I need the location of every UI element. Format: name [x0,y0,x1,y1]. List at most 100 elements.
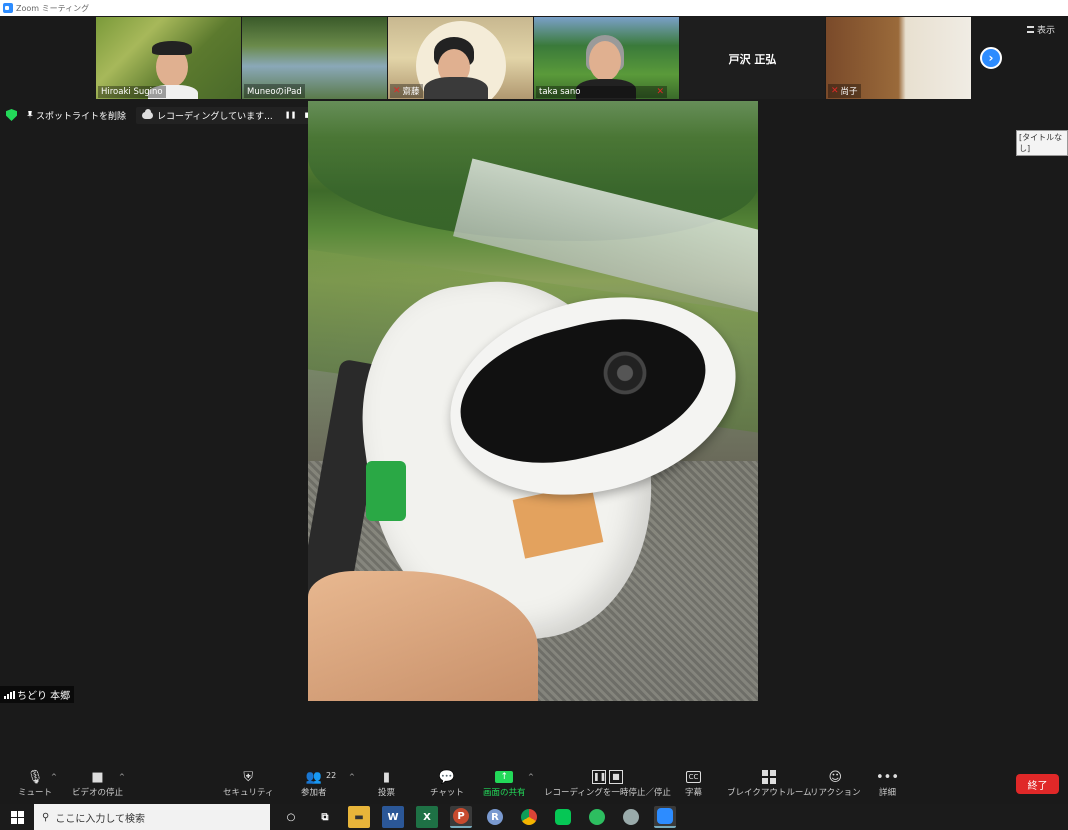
security-shield-icon: ⛨ [243,769,254,785]
reactions-label: リアクション [810,788,861,798]
chat-label: チャット [430,788,464,798]
participant-face [589,41,621,81]
file-explorer-icon[interactable]: ▬ [348,806,370,828]
participants-label: 参加者 [301,788,327,798]
recording-control-label: レコーディングを一時停止／停止 [544,788,671,798]
end-meeting-button[interactable]: 終了 [1016,774,1059,794]
breakout-rooms-button[interactable]: ブレイクアウトルーム [727,768,812,798]
signal-strength-icon [4,690,15,699]
zoom-taskbar-icon[interactable] [654,806,676,828]
powerpoint-glyph: P [453,808,469,824]
chat-button[interactable]: 💬 チャット [430,768,464,799]
encryption-shield-icon[interactable] [6,109,17,121]
word-icon[interactable]: W [382,806,404,828]
window-title: Zoom ミーティング [16,3,90,13]
bar-chart-icon: ▮ [382,769,391,785]
spotlight-participant-name: ちどり 本郷 [0,686,75,703]
share-screen-label: 画面の共有 [483,788,526,798]
evernote-icon[interactable] [586,806,608,828]
participant-tile-3[interactable]: ✕ 齋藤 [388,17,533,99]
mic-muted-icon: ✕ [831,86,839,96]
spotlight-video[interactable] [308,101,758,701]
captions-button[interactable]: CC 字幕 [685,768,702,798]
stop-video-button[interactable]: ■ ビデオの停止 [72,768,123,799]
line-icon[interactable] [552,806,574,828]
chevron-right-icon: › [988,51,994,65]
participant-name: taka sano ✕ [536,86,667,98]
line-glyph [555,809,571,825]
video-options-caret-icon[interactable]: ^ [119,773,125,781]
app-icon[interactable] [620,806,642,828]
remove-spotlight-button[interactable]: スポットライトを削除 [23,107,130,124]
next-page-button[interactable]: › [980,47,1002,69]
participant-tile-6[interactable]: ✕ 尚子 [826,17,971,99]
breakout-grid-icon [762,770,777,784]
participant-shirt [424,77,488,99]
participants-options-caret-icon[interactable]: ^ [349,773,355,781]
untitled-tag: [タイトルなし] [1016,130,1068,156]
meeting-toolbar: 🎙 ミュート ^ ■ ビデオの停止 ^ ⛨ セキュリティ 👥 参加者 22 ^ … [0,762,1068,804]
video-camera-lens [598,346,652,400]
recording-control-button[interactable]: ❚❚ ■ レコーディングを一時停止／停止 [544,768,671,798]
microphone-icon: 🎙 [26,769,44,785]
captions-label: 字幕 [685,788,703,798]
mute-options-caret-icon[interactable]: ^ [51,773,57,781]
cortana-icon[interactable]: ○ [280,806,302,828]
share-options-caret-icon[interactable]: ^ [528,773,534,781]
stop-icon: ■ [608,770,623,784]
remove-spotlight-label: スポットライトを削除 [36,111,127,122]
more-dots-icon: ••• [876,769,900,785]
zoom-glyph [657,808,673,824]
participants-icon: 👥 [305,769,322,785]
participant-name: ✕ 齋藤 [390,84,423,98]
excel-icon[interactable]: X [416,806,438,828]
participant-tile-4[interactable]: taka sano ✕ [534,17,679,99]
poll-button[interactable]: ▮ 投票 [378,768,396,799]
r-app-icon[interactable]: R [484,806,506,828]
reactions-button[interactable]: ☺ リアクション [810,768,861,799]
recording-label: レコーディングしています... [157,111,273,122]
windows-taskbar: ⚲ ここに入力して検索 ○ ⧉ ▬ W X P R [0,804,1068,830]
mute-button[interactable]: 🎙 ミュート [18,768,53,799]
search-placeholder: ここに入力して検索 [55,813,146,825]
security-label: セキュリティ [223,788,274,798]
poll-label: 投票 [378,788,396,798]
breakout-rooms-label: ブレイクアウトルーム [727,788,812,798]
participant-name: ✕ 尚子 [828,84,861,98]
participants-button[interactable]: 👥 参加者 [301,768,327,799]
participant-tile-5[interactable]: 戸沢 正弘 [680,17,825,99]
mute-label: ミュート [18,788,53,798]
participant-name: Hiroaki Sugino [98,86,166,98]
share-screen-button[interactable]: ↑ 画面の共有 [483,768,526,798]
grid-view-icon [1027,26,1034,33]
r-app-glyph: R [487,809,503,825]
participant-name: 戸沢 正弘 [728,53,777,66]
task-view-icon[interactable]: ⧉ [314,806,336,828]
chrome-glyph [521,809,537,825]
chat-bubble-icon: 💬 [438,769,456,785]
app-glyph [623,809,639,825]
zoom-logo-icon [3,3,13,13]
more-label: 詳細 [879,788,897,798]
search-icon: ⚲ [42,811,50,823]
participant-tile-2[interactable]: MuneoのiPad [242,17,387,99]
powerpoint-icon[interactable]: P [450,806,472,828]
start-button[interactable] [0,804,34,830]
mic-muted-icon: ✕ [656,87,664,97]
recording-indicator: レコーディングしています... ❚❚ ■ [136,106,318,124]
participant-strip: Hiroaki Sugino MuneoのiPad ✕ 齋藤 taka sano ✕… [96,17,971,99]
more-button[interactable]: ••• 詳細 [876,768,900,799]
taskbar-search-box[interactable]: ⚲ ここに入力して検索 [34,804,270,830]
view-button[interactable]: 表示 [1027,23,1055,36]
mic-muted-icon: ✕ [393,86,401,96]
pause-recording-icon[interactable]: ❚❚ [285,111,297,119]
title-bar: Zoom ミーティング [0,0,1068,16]
pause-icon: ❚❚ [591,770,606,784]
zoom-window: Zoom ミーティング Hiroaki Sugino MuneoのiPad ✕ 齋… [0,0,1068,830]
security-button[interactable]: ⛨ セキュリティ [223,768,274,799]
chrome-icon[interactable] [518,806,540,828]
video-camera-icon: ■ [91,769,104,785]
spotlight-name-label: ちどり 本郷 [17,691,71,702]
taskbar-apps: ○ ⧉ ▬ W X P R [280,806,676,828]
participant-tile-1[interactable]: Hiroaki Sugino [96,17,241,99]
